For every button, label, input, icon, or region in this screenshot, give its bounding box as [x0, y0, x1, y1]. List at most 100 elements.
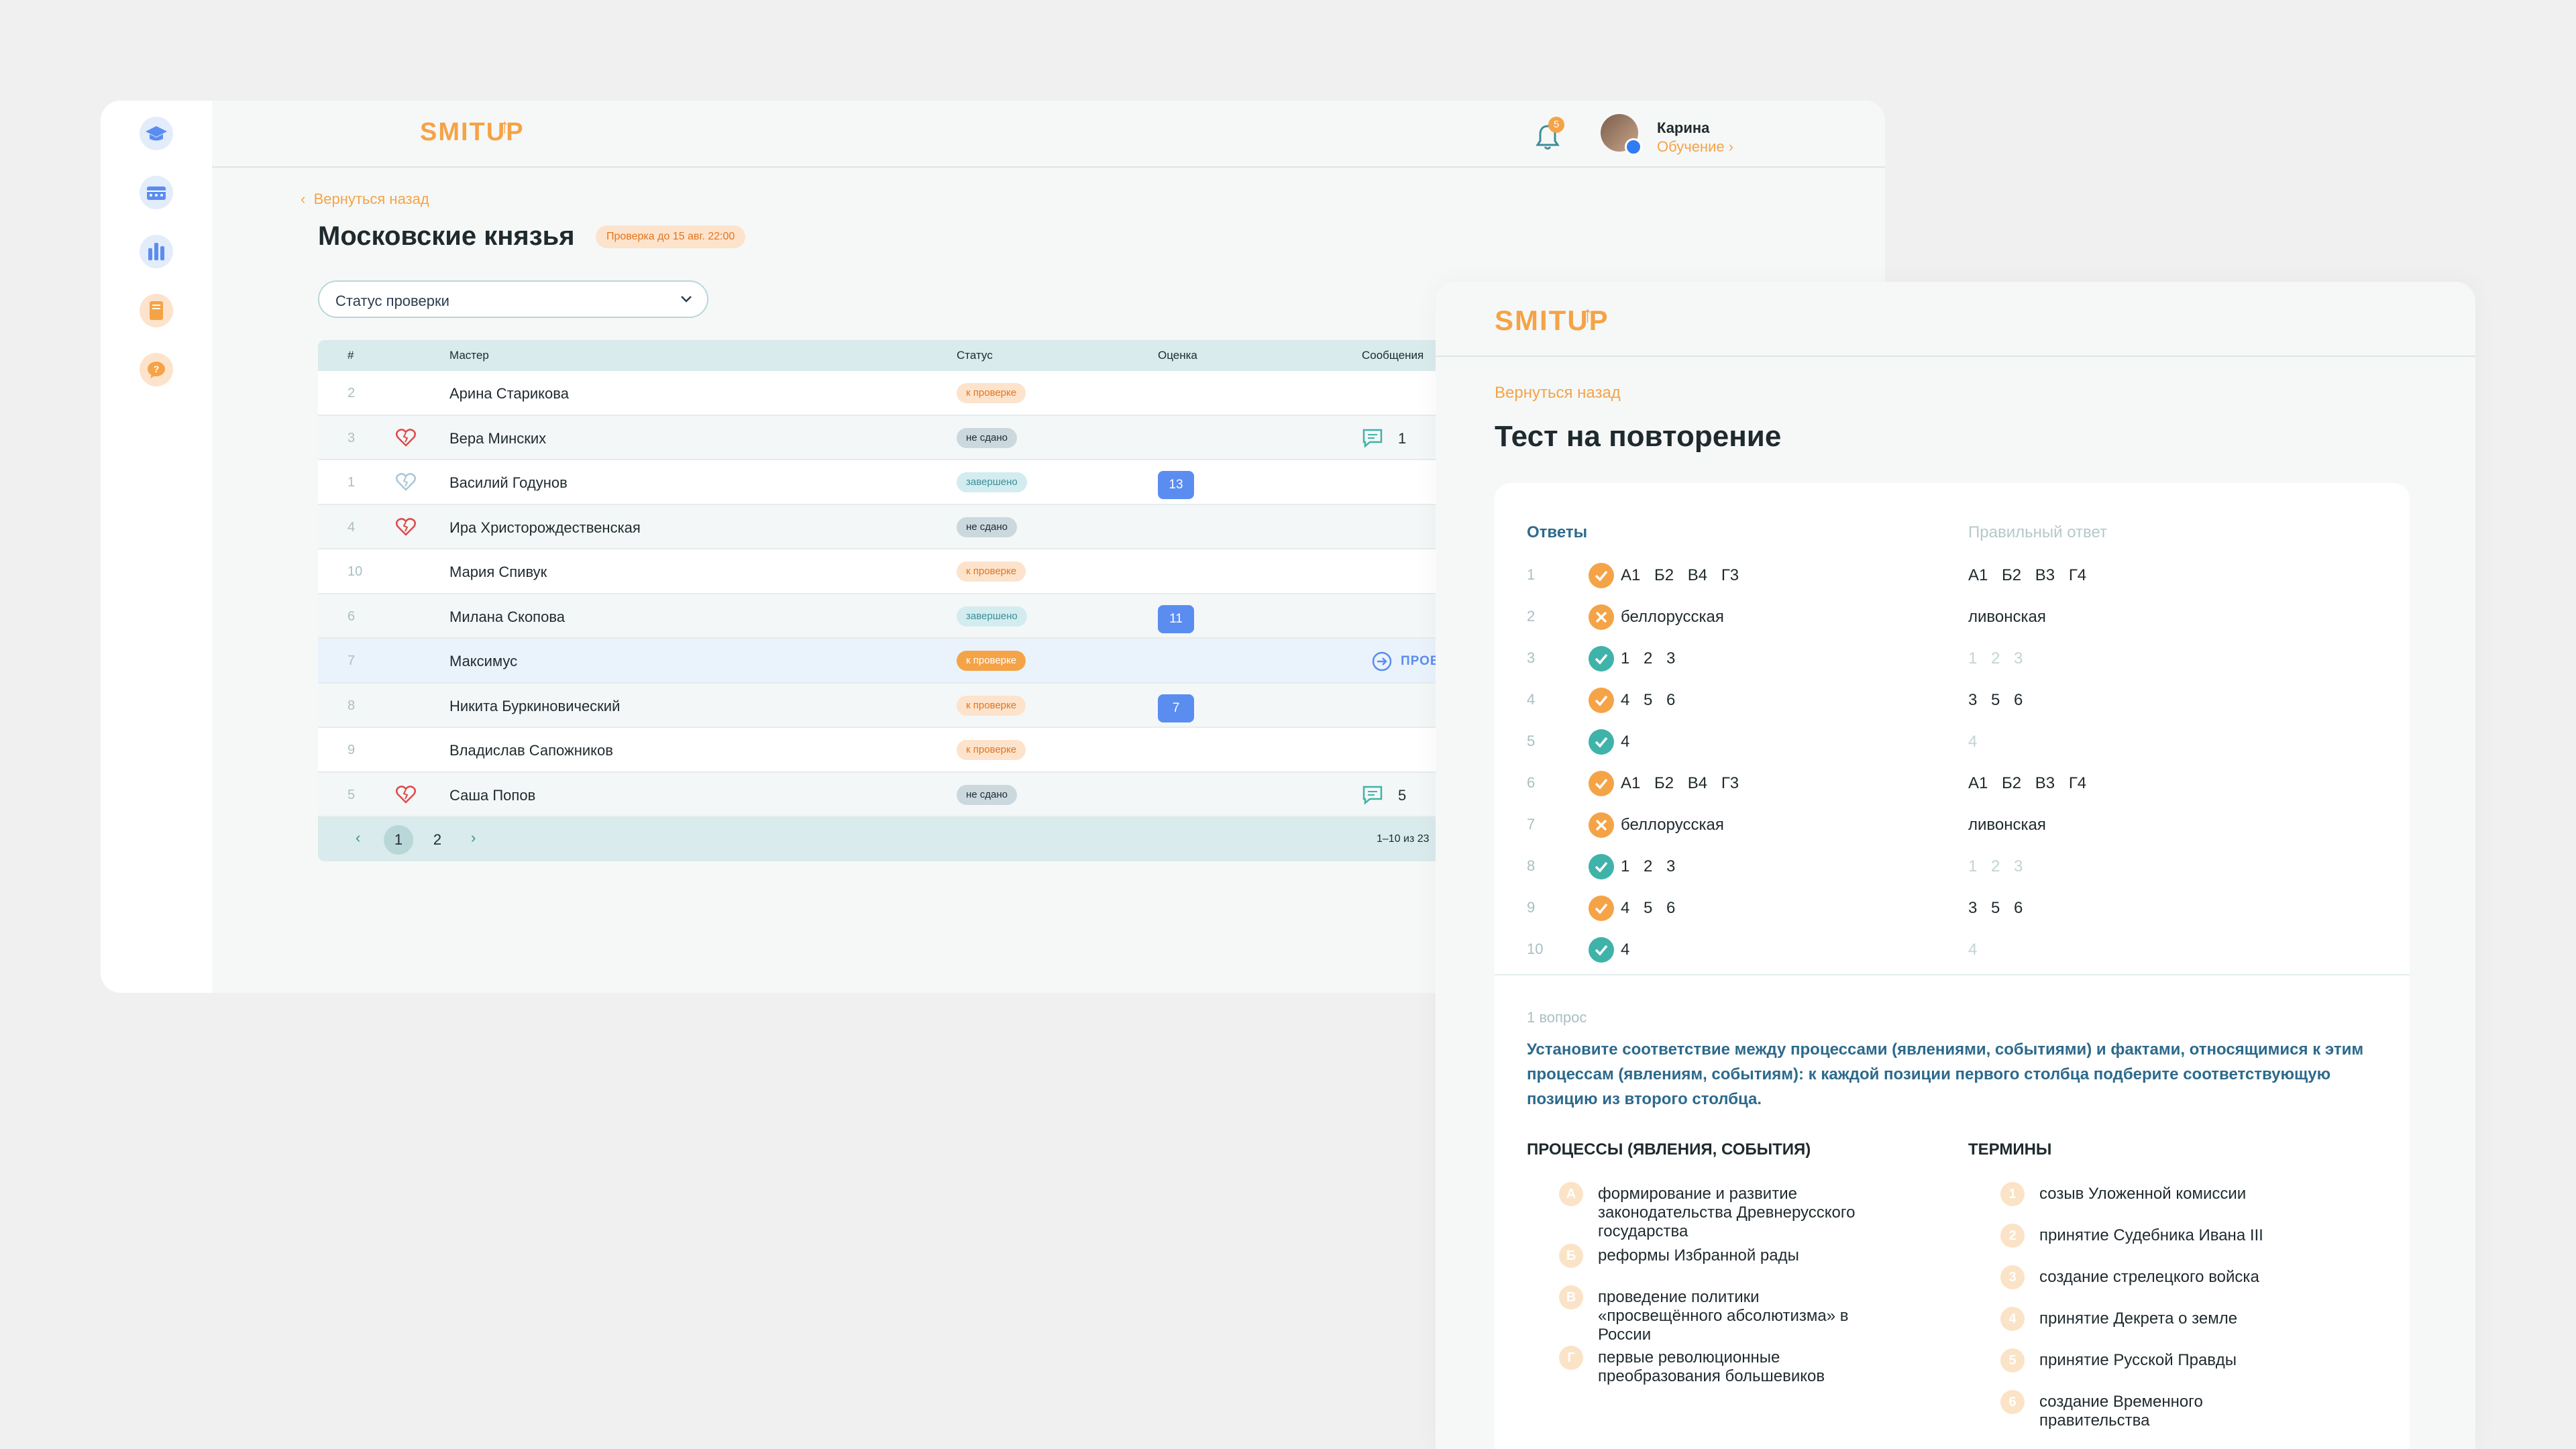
answer-number: 9 — [1527, 899, 1536, 916]
smitup-logo[interactable]: SMITUP ↑ — [1495, 302, 1609, 337]
term-item: принятие Русской Правды — [2039, 1351, 2237, 1369]
processes-title: ПРОЦЕССЫ (ЯВЛЕНИЯ, СОБЫТИЯ) — [1527, 1140, 1811, 1159]
sidebar: ? — [101, 101, 212, 993]
row-number: 7 — [347, 653, 356, 668]
check-icon — [1589, 563, 1614, 588]
help-icon[interactable]: ? — [138, 352, 174, 388]
master-name[interactable]: Саша Попов — [449, 787, 535, 804]
cross-icon — [1589, 812, 1614, 838]
user-name[interactable]: Карина — [1657, 119, 1709, 137]
score-badge: 7 — [1158, 694, 1194, 722]
row-number: 9 — [347, 743, 356, 757]
table-row[interactable]: 7 Максимус к проверке ПРОВЕРИТЬ — [318, 639, 1552, 684]
page-button[interactable]: 2 — [423, 825, 452, 855]
notification-count-badge: 5 — [1548, 117, 1564, 133]
book-icon[interactable] — [138, 292, 174, 329]
master-name[interactable]: Ира Христорождественская — [449, 519, 641, 537]
row-number: 8 — [347, 698, 356, 713]
stats-icon[interactable] — [138, 233, 174, 270]
table-row[interactable]: 3 Вера Минских не сдано 1 — [318, 415, 1552, 460]
col-score[interactable]: Оценка — [1158, 349, 1197, 362]
check-arrow-icon — [1372, 651, 1392, 672]
master-name[interactable]: Василий Годунов — [449, 474, 568, 492]
correct-answer: ливонская — [1968, 608, 2046, 626]
student-answer: беллорусская — [1621, 816, 1724, 834]
student-answer: 1 2 3 — [1621, 649, 1676, 667]
option-number-marker: 1 — [2000, 1182, 2025, 1206]
graduation-cap-icon[interactable] — [138, 115, 174, 152]
term-item: создание Временного правительства — [2039, 1393, 2203, 1430]
status-badge: к проверке — [957, 651, 1026, 671]
score-badge: 13 — [1158, 471, 1194, 499]
status-badge: завершено — [957, 472, 1027, 492]
smitup-logo[interactable]: SMITUP ↑ — [420, 115, 525, 147]
table-row[interactable]: 8 Никита Буркиновический к проверке 7 — [318, 683, 1552, 728]
pagination: ‹ 1 2 › 1–10 из 23 — [318, 817, 1552, 861]
option-number-marker: 5 — [2000, 1348, 2025, 1373]
check-icon — [1589, 937, 1614, 963]
answer-number: 8 — [1527, 857, 1536, 874]
logo-up: UP ↑ — [486, 115, 525, 146]
master-name[interactable]: Владислав Сапожников — [449, 742, 613, 759]
user-section-link[interactable]: Обучение › — [1657, 138, 1733, 156]
answer-number: 10 — [1527, 941, 1544, 957]
master-name[interactable]: Арина Старикова — [449, 385, 569, 402]
table-row[interactable]: 1 Василий Годунов завершено 13 — [318, 460, 1552, 505]
check-icon — [1589, 854, 1614, 879]
broken-heart-icon — [396, 785, 416, 804]
option-letter-marker: А — [1559, 1182, 1583, 1206]
message-icon[interactable] — [1362, 785, 1383, 805]
term-item: принятие Судебника Ивана III — [2039, 1226, 2263, 1244]
status-filter-select[interactable]: Статус проверки — [318, 280, 708, 318]
row-number: 1 — [347, 475, 356, 490]
prev-page-button[interactable]: ‹ — [356, 829, 360, 847]
status-badge: к проверке — [957, 561, 1026, 582]
process-item: проведение политики «просвещённого абсол… — [1598, 1288, 1849, 1344]
term-item: создание стрелецкого войска — [2039, 1268, 2259, 1286]
table-row[interactable]: 2 Арина Старикова к проверке — [318, 371, 1552, 416]
message-icon[interactable] — [1362, 428, 1383, 448]
schedule-icon[interactable] — [138, 174, 174, 211]
col-messages[interactable]: Сообщения — [1362, 349, 1424, 362]
test-card: Ответы Правильный ответ 1 А1 Б2 В4 Г3 А1… — [1495, 483, 2410, 1449]
answer-row: 3 1 2 3 1 2 3 — [1495, 637, 2410, 679]
deadline-badge: Проверка до 15 авг. 22:00 — [596, 225, 746, 248]
row-number: 5 — [347, 787, 356, 802]
check-button[interactable]: ПРОВЕРИТЬ — [1371, 651, 1486, 672]
answer-number: 7 — [1527, 816, 1536, 833]
master-name[interactable]: Вера Минских — [449, 430, 546, 447]
table-row[interactable]: 4 Ира Христорождественская не сдано — [318, 504, 1552, 549]
master-name[interactable]: Мария Спивук — [449, 564, 547, 581]
master-name[interactable]: Максимус — [449, 653, 517, 670]
master-name[interactable]: Милана Скопова — [449, 608, 565, 626]
back-link[interactable]: ‹ Вернуться назад — [301, 191, 429, 208]
answer-row: 10 4 4 — [1495, 928, 2410, 970]
score-badge: 11 — [1158, 604, 1194, 633]
master-name[interactable]: Никита Буркиновический — [449, 698, 620, 715]
process-item: первые революционные преобразования боль… — [1598, 1348, 1825, 1385]
option-number-marker: 4 — [2000, 1307, 2025, 1331]
option-letter-marker: Г — [1559, 1346, 1583, 1370]
pagination-range: 1–10 из 23 — [1377, 833, 1430, 845]
test-review-window: SMITUP ↑ Вернуться назад Тест на повторен… — [1436, 282, 2475, 1449]
svg-text:?: ? — [154, 364, 160, 374]
back-link[interactable]: Вернуться назад — [1495, 384, 1621, 402]
page-button[interactable]: 1 — [384, 825, 413, 855]
table-row[interactable]: 5 Саша Попов не сдано 5 — [318, 772, 1552, 817]
status-badge: к проверке — [957, 695, 1026, 716]
table-row[interactable]: 9 Владислав Сапожников к проверке — [318, 728, 1552, 773]
filter-label: Статус проверки — [335, 292, 449, 309]
table-row[interactable]: 6 Милана Скопова завершено 11 — [318, 594, 1552, 639]
table-row[interactable]: 10 Мария Спивук к проверке — [318, 549, 1552, 594]
next-page-button[interactable]: › — [471, 829, 476, 847]
col-master[interactable]: Мастер — [449, 349, 489, 362]
col-status[interactable]: Статус — [957, 349, 993, 362]
answer-row: 7 беллорусская ливонская — [1495, 804, 2410, 845]
answer-number: 3 — [1527, 649, 1536, 666]
student-answer: 1 2 3 — [1621, 857, 1676, 875]
option-number-marker: 2 — [2000, 1224, 2025, 1248]
answer-row: 1 А1 Б2 В4 Г3 А1 Б2 В3 Г4 — [1495, 554, 2410, 596]
answer-row: 4 4 5 6 3 5 6 — [1495, 679, 2410, 720]
answers-header: Ответы — [1527, 523, 1588, 541]
student-answer: 4 — [1621, 733, 1630, 751]
